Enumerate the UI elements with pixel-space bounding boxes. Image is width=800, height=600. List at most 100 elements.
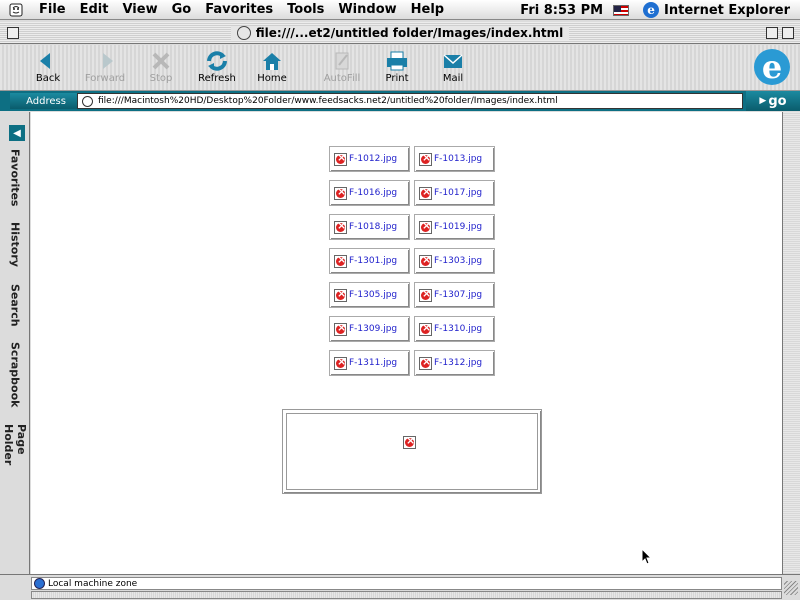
menu-bar: File Edit View Go Favorites Tools Window…: [0, 0, 800, 20]
menu-file[interactable]: File: [32, 2, 73, 17]
image-link[interactable]: F-1301.jpg: [329, 248, 410, 274]
broken-image-icon: [419, 185, 432, 200]
image-filename: F-1018.jpg: [349, 222, 398, 232]
back-label: Back: [35, 73, 61, 84]
menu-edit[interactable]: Edit: [73, 2, 116, 17]
autofill-label: AutoFill: [323, 73, 361, 84]
go-button[interactable]: ▶ go: [746, 91, 800, 111]
image-link[interactable]: F-1013.jpg: [414, 146, 495, 172]
broken-image-icon: [419, 355, 432, 370]
explorer-bar: ◀ Favorites History Search Scrapbook Pag…: [0, 112, 30, 574]
image-link[interactable]: F-1307.jpg: [414, 282, 495, 308]
image-link[interactable]: F-1305.jpg: [329, 282, 410, 308]
document-icon: [236, 25, 251, 40]
resize-handle[interactable]: [784, 581, 798, 595]
refresh-button[interactable]: Refresh: [189, 49, 245, 84]
broken-image-icon: [419, 219, 432, 234]
menu-tools[interactable]: Tools: [280, 2, 331, 17]
broken-image-icon: [334, 219, 347, 234]
menu-window[interactable]: Window: [331, 2, 403, 17]
image-filename: F-1312.jpg: [434, 358, 483, 368]
tab-history[interactable]: History: [6, 222, 24, 267]
menu-view[interactable]: View: [115, 2, 164, 17]
explorer-bar-toggle-icon[interactable]: ◀: [9, 125, 25, 141]
application-menu[interactable]: e Internet Explorer: [643, 2, 800, 18]
internet-explorer-icon: e: [643, 2, 660, 18]
go-label: go: [768, 93, 787, 109]
image-filename: F-1307.jpg: [434, 290, 483, 300]
image-link[interactable]: F-1018.jpg: [329, 214, 410, 240]
image-link[interactable]: F-1019.jpg: [414, 214, 495, 240]
image-filename: F-1303.jpg: [434, 256, 483, 266]
autofill-icon: [335, 52, 349, 70]
image-filename: F-1016.jpg: [349, 188, 398, 198]
menu-help[interactable]: Help: [404, 2, 451, 17]
broken-image-icon: [334, 253, 347, 268]
print-label: Print: [385, 73, 409, 84]
broken-image-icon: [334, 355, 347, 370]
tab-search[interactable]: Search: [6, 284, 24, 327]
window-title-bar[interactable]: file:///...et2/untitled folder/Images/in…: [0, 22, 800, 44]
image-link[interactable]: F-1311.jpg: [329, 350, 410, 376]
address-input[interactable]: file:///Macintosh%20HD/Desktop%20Folder/…: [77, 93, 743, 109]
window-title-text: file:///...et2/untitled folder/Images/in…: [255, 25, 564, 40]
stop-button[interactable]: Stop: [133, 49, 189, 84]
zoom-box[interactable]: [766, 27, 778, 39]
tab-favorites[interactable]: Favorites: [6, 149, 24, 206]
status-bar: Local machine zone: [0, 574, 800, 600]
large-image-frame-inner: [286, 413, 538, 490]
internet-explorer-logo[interactable]: e: [754, 48, 790, 86]
image-link[interactable]: F-1012.jpg: [329, 146, 410, 172]
window-buttons: [766, 27, 794, 39]
apple-menu-icon[interactable]: [0, 0, 32, 20]
image-link[interactable]: F-1303.jpg: [414, 248, 495, 274]
forward-button[interactable]: Forward: [77, 49, 133, 84]
refresh-icon: [207, 51, 227, 71]
tab-page-holder[interactable]: Page Holder: [2, 424, 28, 496]
address-url: file:///Macintosh%20HD/Desktop%20Folder/…: [98, 96, 558, 106]
collapse-box[interactable]: [782, 27, 794, 39]
menu-favorites[interactable]: Favorites: [198, 2, 280, 17]
large-image-frame: [282, 409, 542, 494]
image-filename: F-1013.jpg: [434, 154, 483, 164]
broken-image-icon: [334, 287, 347, 302]
image-filename: F-1309.jpg: [349, 324, 398, 334]
image-filename: F-1310.jpg: [434, 324, 483, 334]
security-zone-text: Local machine zone: [48, 578, 138, 589]
image-link[interactable]: F-1017.jpg: [414, 180, 495, 206]
image-filename: F-1017.jpg: [434, 188, 483, 198]
image-filename: F-1311.jpg: [349, 358, 398, 368]
image-filename: F-1019.jpg: [434, 222, 483, 232]
address-label[interactable]: Address: [10, 93, 82, 109]
mail-icon: [443, 54, 463, 68]
broken-image-icon: [419, 151, 432, 166]
mail-button[interactable]: Mail: [425, 49, 481, 84]
keyboard-flag-icon[interactable]: [613, 4, 630, 16]
broken-image-icon: [419, 321, 432, 336]
print-button[interactable]: Print: [369, 49, 425, 84]
page-content: F-1012.jpg F-1013.jpg F-1016.jpg F-1017.…: [31, 112, 782, 574]
menu-go[interactable]: Go: [165, 2, 199, 17]
image-link[interactable]: F-1016.jpg: [329, 180, 410, 206]
page-proxy-icon[interactable]: [82, 95, 93, 107]
close-box[interactable]: [7, 27, 19, 39]
image-filename: F-1305.jpg: [349, 290, 398, 300]
image-link[interactable]: F-1312.jpg: [414, 350, 495, 376]
broken-image-icon: [419, 287, 432, 302]
broken-image-icon: [403, 434, 416, 449]
clock[interactable]: Fri 8:53 PM: [520, 3, 613, 18]
forward-arrow-icon: [103, 53, 113, 69]
image-link[interactable]: F-1310.jpg: [414, 316, 495, 342]
refresh-label: Refresh: [198, 73, 236, 84]
horizontal-scrollbar[interactable]: [31, 591, 782, 599]
back-button[interactable]: Back: [20, 49, 76, 84]
vertical-scrollbar[interactable]: [782, 112, 800, 574]
go-arrow-icon: ▶: [759, 96, 767, 106]
home-button[interactable]: Home: [244, 49, 300, 84]
image-link[interactable]: F-1309.jpg: [329, 316, 410, 342]
tab-scrapbook[interactable]: Scrapbook: [6, 342, 24, 407]
image-filename: F-1301.jpg: [349, 256, 398, 266]
application-name: Internet Explorer: [664, 2, 790, 18]
autofill-button[interactable]: AutoFill: [314, 49, 370, 84]
broken-image-icon: [419, 253, 432, 268]
